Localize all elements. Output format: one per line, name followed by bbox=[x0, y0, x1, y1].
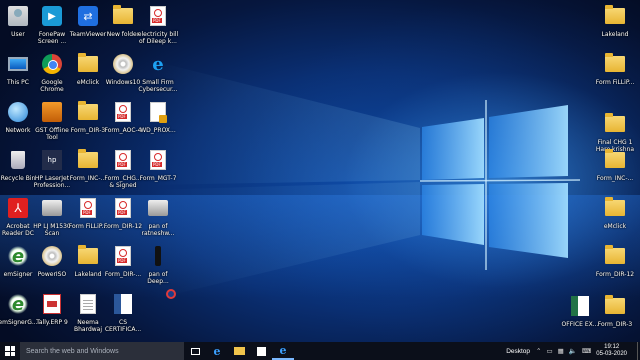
taskbar: Search the web and Windows e e Desktop ⌃… bbox=[0, 342, 640, 360]
desktop-icon-label: Form_DIR-12 bbox=[595, 271, 635, 278]
folder-icon bbox=[77, 148, 99, 172]
pdf-icon bbox=[112, 196, 134, 220]
search-box[interactable]: Search the web and Windows bbox=[20, 342, 184, 360]
network-icon[interactable]: ▦ bbox=[558, 347, 564, 355]
desktop-icon-label: Form_MGT-7 bbox=[139, 175, 177, 182]
desktop-icon-form-dir-12-2[interactable]: Form_DIR-12 bbox=[589, 242, 640, 292]
desktop-icon-pan-ratnesh[interactable]: pan of ratneshw... bbox=[132, 194, 184, 244]
folder-icon bbox=[112, 4, 134, 28]
pdf-icon bbox=[77, 196, 99, 220]
language-icon[interactable]: ⌨ bbox=[582, 347, 591, 355]
desktop-icon-label: Form_INC-... bbox=[596, 175, 634, 182]
hp-icon: hp bbox=[41, 148, 63, 172]
desktop-icon-cs-cert[interactable]: CS CERTIFICA... bbox=[97, 290, 149, 340]
folder-icon bbox=[604, 196, 626, 220]
disc-icon bbox=[41, 244, 63, 268]
ie-taskbar-button[interactable]: e bbox=[272, 342, 294, 360]
gst-tool-icon bbox=[41, 100, 63, 124]
chrome-icon bbox=[41, 52, 63, 76]
pdf-icon bbox=[112, 148, 134, 172]
desktop-icon-electricity-bill[interactable]: electricity bill of Dileep k... bbox=[132, 2, 184, 52]
chevron-up-icon[interactable]: ⌃ bbox=[536, 347, 541, 355]
scanner-icon bbox=[147, 196, 169, 220]
task-view-button[interactable] bbox=[184, 342, 206, 360]
pdf-icon bbox=[112, 244, 134, 268]
start-button[interactable] bbox=[0, 342, 20, 360]
pdf-icon bbox=[112, 100, 134, 124]
clock[interactable]: 19:12 05-03-2020 bbox=[596, 344, 627, 358]
locked-pdf-icon bbox=[147, 100, 169, 124]
battery-icon[interactable]: ▭ bbox=[547, 347, 553, 355]
tally-icon bbox=[41, 292, 63, 316]
store-icon bbox=[256, 346, 266, 356]
desktop-icon-form-inc-2[interactable]: Form_INC-... bbox=[589, 146, 640, 196]
printer-icon bbox=[41, 196, 63, 220]
pdf-icon bbox=[147, 4, 169, 28]
desktop-icon-emclick-2[interactable]: eMclick bbox=[589, 194, 640, 244]
desktop-icon-label: Lakeland bbox=[601, 31, 629, 38]
store-taskbar-button[interactable] bbox=[250, 342, 272, 360]
desktop-icon-label: CS CERTIFICA... bbox=[104, 319, 142, 333]
clock-time: 19:12 bbox=[604, 344, 620, 350]
desktop-icon-pan-deep[interactable]: pan of Deep... bbox=[132, 242, 184, 292]
word-icon bbox=[112, 292, 134, 316]
desktop-icon-label: Small Firm Cybersecur... bbox=[138, 79, 178, 93]
desktop-icon-label: WD_PROX... bbox=[140, 127, 176, 134]
desktop-icon-lakeland-2[interactable]: Lakeland bbox=[589, 2, 640, 52]
document-icon bbox=[77, 292, 99, 316]
desktop-icon-label: Form FiLLiP... bbox=[595, 79, 635, 86]
desktop-toolbar-label[interactable]: Desktop bbox=[506, 348, 530, 355]
desktop-icon-label: electricity bill of Dileep k... bbox=[137, 31, 179, 45]
fonepaw-icon: ▶ bbox=[41, 4, 63, 28]
desktop-icon-label: pan of Deep... bbox=[147, 271, 169, 285]
teamviewer-icon: ⇄ bbox=[77, 4, 99, 28]
folder-icon bbox=[77, 52, 99, 76]
folder-icon bbox=[604, 294, 626, 318]
disc-icon bbox=[112, 52, 134, 76]
folder-icon bbox=[604, 244, 626, 268]
desktop-icon-form-mgt-7[interactable]: Form_MGT-7 bbox=[132, 146, 184, 196]
volume-icon[interactable]: 🔈 bbox=[569, 347, 577, 355]
folder-icon bbox=[604, 52, 626, 76]
desktop-icon-label: Form_DIR-3 bbox=[597, 321, 633, 328]
folder-icon bbox=[77, 100, 99, 124]
folder-icon bbox=[233, 347, 245, 355]
ie-document-icon: e bbox=[152, 53, 164, 75]
folder-icon bbox=[604, 112, 626, 136]
pdf-icon bbox=[147, 148, 169, 172]
folder-icon bbox=[604, 148, 626, 172]
windows-logo-icon bbox=[5, 346, 15, 356]
system-tray: Desktop ⌃ ▭ ▦ 🔈 ⌨ 19:12 05-03-2020 bbox=[506, 342, 640, 360]
excel-icon bbox=[569, 294, 591, 318]
clock-date: 05-03-2020 bbox=[596, 351, 627, 357]
usb-token-icon bbox=[147, 244, 169, 268]
internet-explorer-icon: e bbox=[279, 343, 287, 357]
file-explorer-taskbar-button[interactable] bbox=[228, 342, 250, 360]
folder-icon bbox=[77, 244, 99, 268]
edge-taskbar-button[interactable]: e bbox=[206, 342, 228, 360]
desktop-icon-form-dir-3-2[interactable]: Form_DIR-3 bbox=[589, 292, 640, 342]
folder-icon bbox=[604, 4, 626, 28]
desktop-icon-small-firm[interactable]: e Small Firm Cybersecur... bbox=[132, 50, 184, 100]
mouse-cursor-ring bbox=[166, 289, 176, 299]
desktop-icon-wd-prox[interactable]: WD_PROX... bbox=[132, 98, 184, 148]
task-view-icon bbox=[190, 347, 200, 355]
edge-icon: e bbox=[213, 344, 221, 358]
desktop-icon-label: eMclick bbox=[603, 223, 627, 230]
desktop-icon-label: pan of ratneshw... bbox=[141, 223, 175, 237]
desktop-icon-form-fillip-2[interactable]: Form FiLLiP... bbox=[589, 50, 640, 100]
